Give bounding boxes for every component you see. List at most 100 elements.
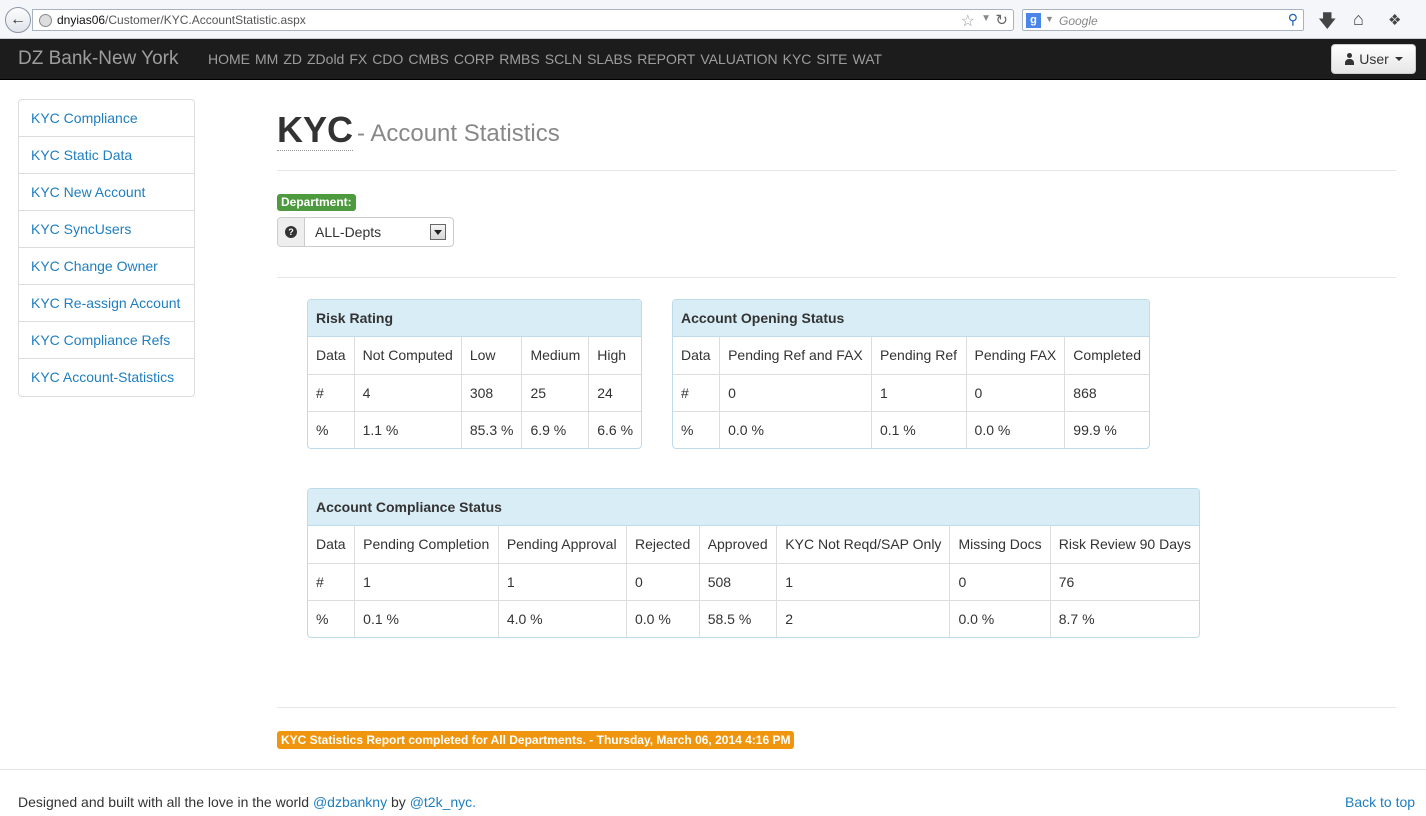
user-label: User [1359,51,1389,67]
department-select[interactable]: ? ALL-Depts [277,217,454,247]
home-icon[interactable]: ⌂ [1353,9,1364,30]
sidebar-item-kyc-compliance[interactable]: KYC Compliance [19,100,194,137]
dropdown-arrow-icon[interactable] [430,224,446,240]
panel-title: Account Compliance Status [308,489,1199,526]
table-row: Data Pending Ref and FAX Pending Ref Pen… [673,337,1149,375]
table-cell: Low [461,337,523,375]
sidebar-item-kyc-new-account[interactable]: KYC New Account [19,174,194,211]
risk-rating-panel: Risk Rating Data Not Computed Low Medium… [307,299,642,449]
table-cell: Pending Ref [871,337,967,375]
table-cell: % [673,411,721,448]
url-dropdown-icon[interactable]: ▼ [981,13,991,24]
table-cell: % [308,600,356,637]
department-label: Department: [277,194,356,211]
footer-text-prefix: Designed and built with all the love in … [18,794,313,810]
addon-icon[interactable]: ❖ [1388,11,1401,29]
table-row: # 0 1 0 868 [673,374,1149,412]
brand-logo[interactable]: DZ Bank-New York [18,48,179,70]
page-header: KYC - Account Statistics [277,108,1396,171]
nav-fx[interactable]: FX [349,51,367,67]
nav-zd[interactable]: ZD [283,51,302,67]
google-engine-icon[interactable]: g [1026,13,1041,28]
nav-rmbs[interactable]: RMBS [499,51,539,67]
sidebar-item-kyc-syncusers[interactable]: KYC SyncUsers [19,211,194,248]
table-cell: 1.1 % [354,411,462,448]
table-cell: # [308,374,355,412]
footer: Designed and built with all the love in … [0,769,1426,816]
table-cell: 85.3 % [461,411,523,448]
sidebar-item-kyc-account-statistics[interactable]: KYC Account-Statistics [19,359,194,396]
nav-wat[interactable]: WAT [853,51,883,67]
panel-title: Risk Rating [308,300,641,337]
table-row: Data Pending Completion Pending Approval… [308,526,1199,564]
nav-mm[interactable]: MM [255,51,278,67]
sidebar-item-kyc-compliance-refs[interactable]: KYC Compliance Refs [19,322,194,359]
table-cell: Rejected [626,526,700,564]
table-cell: 0.0 % [719,411,872,448]
nav-corp[interactable]: CORP [454,51,494,67]
bookmark-star-icon[interactable]: ☆ [961,11,975,31]
sidebar-item-kyc-static-data[interactable]: KYC Static Data [19,137,194,174]
table-cell: Data [308,526,356,564]
page-subtitle: - Account Statistics [357,120,560,147]
table-cell: 76 [1050,563,1199,601]
nav-slabs[interactable]: SLABS [587,51,632,67]
nav-cmbs[interactable]: CMBS [408,51,448,67]
footer-link-t2k[interactable]: @t2k_nyc. [410,794,476,810]
nav-zdold[interactable]: ZDold [307,51,344,67]
sidebar-item-kyc-reassign-account[interactable]: KYC Re-assign Account [19,285,194,322]
status-message-badge: KYC Statistics Report completed for All … [277,731,795,749]
sidebar-item-kyc-change-owner[interactable]: KYC Change Owner [19,248,194,285]
table-cell: Pending FAX [966,337,1066,375]
back-to-top-link[interactable]: Back to top [1345,794,1415,810]
user-icon [1344,53,1355,65]
browser-search-input[interactable]: g ▼ Google ⚲ [1022,9,1304,31]
table-cell: 58.5 % [699,600,778,637]
user-menu-button[interactable]: User [1331,44,1416,74]
divider [277,277,1396,278]
table-cell: 308 [461,374,523,412]
table-cell: Medium [521,337,590,375]
table-cell: Risk Review 90 Days [1050,526,1199,564]
nav-home[interactable]: HOME [208,51,250,67]
table-cell: Approved [699,526,778,564]
table-row: # 4 308 25 24 [308,374,641,412]
nav-site[interactable]: SITE [816,51,847,67]
table-cell: KYC Not Reqd/SAP Only [776,526,951,564]
table-cell: 1 [871,374,967,412]
table-cell: Not Computed [354,337,462,375]
engine-dropdown-icon[interactable]: ▼ [1045,14,1054,24]
address-bar[interactable]: dnyias06/Customer/KYC.AccountStatistic.a… [32,9,1014,31]
footer-credits: Designed and built with all the love in … [18,794,476,810]
table-cell: Pending Completion [354,526,499,564]
table-row: % 0.0 % 0.1 % 0.0 % 99.9 % [673,411,1149,448]
table-cell: 0.1 % [871,411,967,448]
table-cell: 1 [354,563,499,601]
nav-valuation[interactable]: VALUATION [700,51,777,67]
table-row: % 0.1 % 4.0 % 0.0 % 58.5 % 2 0.0 % 8.7 % [308,600,1199,637]
search-icon[interactable]: ⚲ [1288,11,1298,28]
search-placeholder: Google [1059,14,1098,28]
department-addon: ? [278,218,305,246]
table-cell: # [308,563,356,601]
reload-icon[interactable]: ↻ [995,11,1008,29]
risk-rating-table: Data Not Computed Low Medium High # 4 30… [308,337,641,448]
nav-cdo[interactable]: CDO [372,51,403,67]
footer-link-dzbankny[interactable]: @dzbankny [313,794,387,810]
back-arrow-icon[interactable]: ← [5,7,31,33]
nav-report[interactable]: REPORT [637,51,695,67]
nav-scln[interactable]: SCLN [545,51,582,67]
table-cell: 99.9 % [1073,421,1117,438]
table-cell: 8.7 % [1058,610,1095,627]
table-cell: 0 [719,374,872,412]
table-cell: 1 [776,563,951,601]
table-cell: 2 [776,600,951,637]
download-icon[interactable]: 🡇 [1318,9,1337,39]
table-cell: Missing Docs [949,526,1051,564]
nav-kyc[interactable]: KYC [783,51,812,67]
table-cell: Data [308,337,355,375]
table-cell: 508 [699,563,778,601]
account-opening-panel: Account Opening Status Data Pending Ref … [672,299,1150,449]
table-row: Data Not Computed Low Medium High [308,337,641,375]
table-cell: 4.0 % [498,600,627,637]
